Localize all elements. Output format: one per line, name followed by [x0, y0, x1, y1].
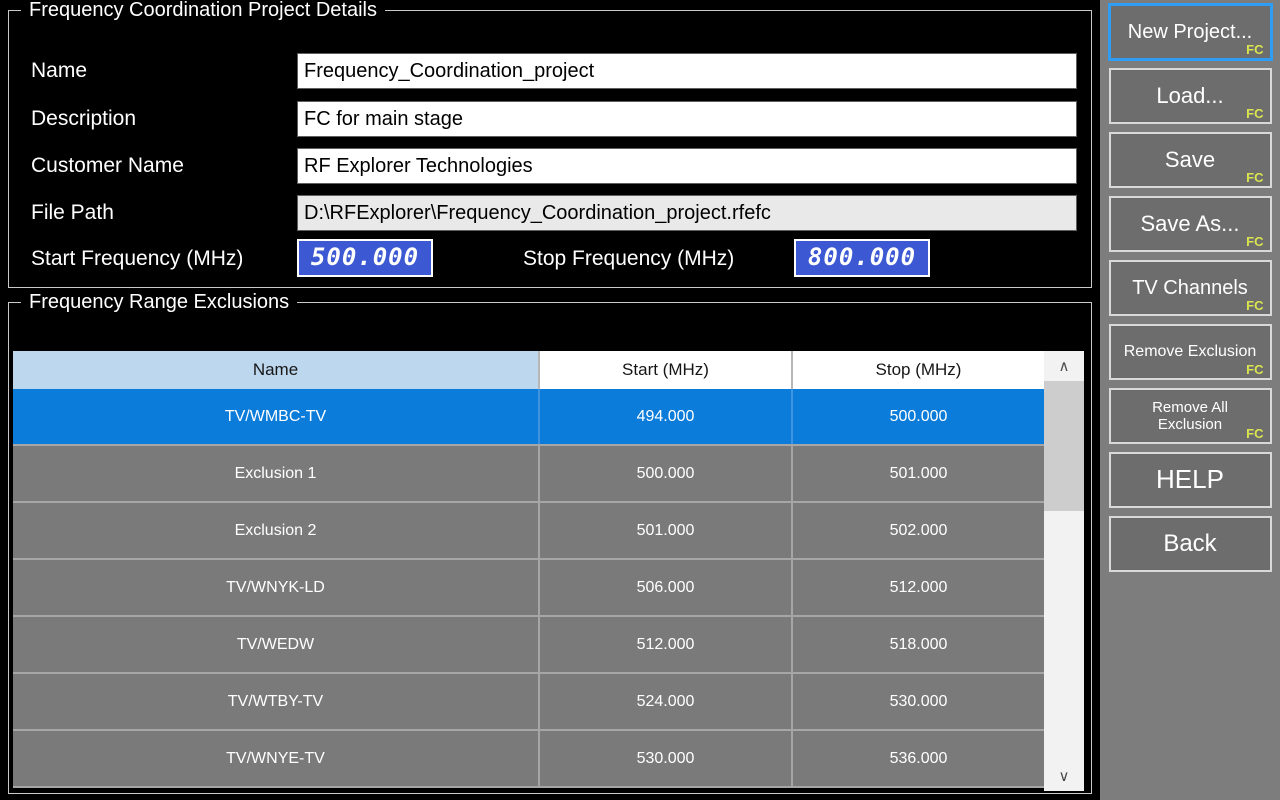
scrollbar-thumb[interactable]: [1044, 381, 1084, 511]
customer-name-field[interactable]: [297, 148, 1077, 184]
table-row[interactable]: TV/WTBY-TV 524.000 530.000: [13, 674, 1044, 731]
name-field[interactable]: [297, 53, 1077, 89]
save-as-button[interactable]: Save As... FC: [1109, 196, 1272, 252]
table-row[interactable]: TV/WMBC-TV 494.000 500.000: [13, 389, 1044, 446]
customer-name-label: Customer Name: [31, 148, 184, 184]
save-button[interactable]: Save FC: [1109, 132, 1272, 188]
form-field-row: Description: [9, 101, 1091, 137]
column-header-name[interactable]: Name: [13, 351, 538, 389]
tv-channels-button[interactable]: TV Channels FC: [1109, 260, 1272, 316]
table-row[interactable]: TV/WNYE-TV 530.000 536.000: [13, 731, 1044, 788]
help-button[interactable]: HELP: [1109, 452, 1272, 508]
start-frequency-display[interactable]: 500.000: [297, 239, 433, 277]
scroll-up-icon[interactable]: ∧: [1044, 353, 1084, 379]
table-row[interactable]: Exclusion 2 501.000 502.000: [13, 503, 1044, 560]
back-button[interactable]: Back: [1109, 516, 1272, 572]
fc-tag: FC: [1246, 170, 1263, 185]
remove-all-exclusion-button[interactable]: Remove All Exclusion FC: [1109, 388, 1272, 444]
new-project-button[interactable]: New Project... FC: [1109, 4, 1272, 60]
scroll-down-icon[interactable]: ∨: [1044, 763, 1084, 789]
fc-tag: FC: [1246, 106, 1263, 121]
table-header-row: Name Start (MHz) Stop (MHz): [13, 351, 1084, 389]
name-label: Name: [31, 53, 87, 89]
table-body: TV/WMBC-TV 494.000 500.000 Exclusion 1 5…: [13, 389, 1044, 788]
description-field[interactable]: [297, 101, 1077, 137]
project-details-title: Frequency Coordination Project Details: [21, 0, 385, 23]
fc-tag: FC: [1246, 362, 1263, 377]
stop-frequency-label: Stop Frequency (MHz): [523, 239, 734, 279]
frequency-exclusions-groupbox: Frequency Range Exclusions Name Start (M…: [8, 302, 1092, 794]
fc-tag: FC: [1246, 42, 1263, 57]
fc-tag: FC: [1246, 426, 1263, 441]
exclusions-table: Name Start (MHz) Stop (MHz) TV/WMBC-TV 4…: [13, 351, 1084, 791]
file-path-field[interactable]: [297, 195, 1077, 231]
description-label: Description: [31, 101, 136, 137]
stop-frequency-display[interactable]: 800.000: [794, 239, 930, 277]
form-field-row: File Path: [9, 195, 1091, 231]
file-path-label: File Path: [31, 195, 114, 231]
fc-tag: FC: [1246, 234, 1263, 249]
column-header-start[interactable]: Start (MHz): [538, 351, 791, 389]
table-row[interactable]: Exclusion 1 500.000 501.000: [13, 446, 1044, 503]
table-scrollbar[interactable]: ∧ ∨: [1044, 351, 1084, 791]
frequency-exclusions-title: Frequency Range Exclusions: [21, 289, 297, 315]
form-field-row: Customer Name: [9, 148, 1091, 184]
table-row[interactable]: TV/WNYK-LD 506.000 512.000: [13, 560, 1044, 617]
remove-exclusion-button[interactable]: Remove Exclusion FC: [1109, 324, 1272, 380]
load-button[interactable]: Load... FC: [1109, 68, 1272, 124]
project-details-groupbox: Frequency Coordination Project Details N…: [8, 10, 1092, 288]
start-frequency-label: Start Frequency (MHz): [31, 239, 243, 279]
fc-tag: FC: [1246, 298, 1263, 313]
sidebar: New Project... FC Load... FC Save FC Sav…: [1100, 0, 1280, 800]
frequency-range-row: Start Frequency (MHz) 500.000 Stop Frequ…: [9, 239, 1091, 279]
form-field-row: Name: [9, 53, 1091, 89]
column-header-stop[interactable]: Stop (MHz): [791, 351, 1044, 389]
table-row[interactable]: TV/WEDW 512.000 518.000: [13, 617, 1044, 674]
